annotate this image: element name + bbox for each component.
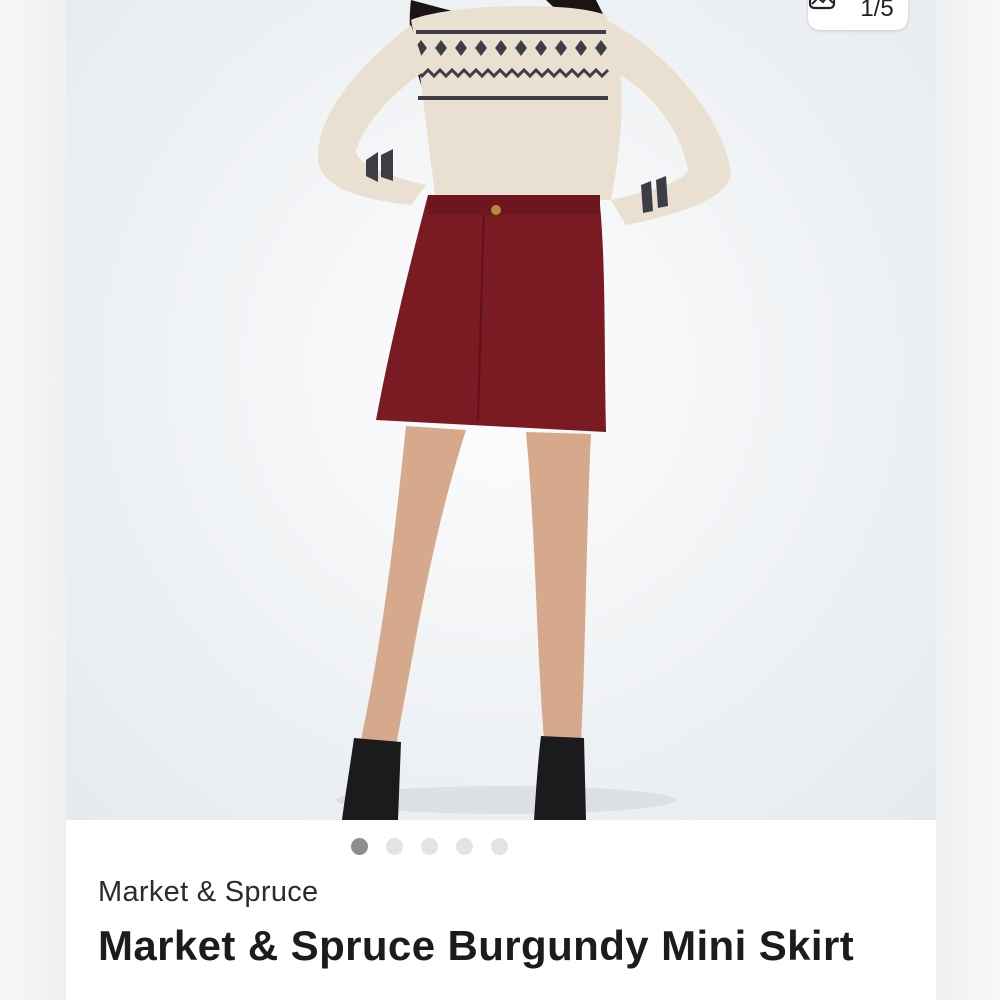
listing-page: 1/5 Market & Spruce Market & Spruce Burg…: [0, 0, 1000, 1000]
model-illustration: [317, 0, 731, 820]
carousel-dots: [0, 838, 864, 855]
carousel-dot-1[interactable]: [350, 838, 368, 855]
carousel-dot-5[interactable]: [490, 838, 508, 855]
product-info-panel: Market & Spruce Market & Spruce Burgundy…: [66, 820, 936, 1000]
right-gutter: [936, 0, 1000, 1000]
brand-name-link[interactable]: Market & Spruce: [98, 876, 318, 909]
gallery-icon: [808, 0, 850, 20]
carousel-dot-3[interactable]: [420, 838, 438, 855]
carousel-dot-2[interactable]: [385, 838, 403, 855]
image-counter-badge[interactable]: 1/5: [808, 0, 908, 30]
carousel-dot-4[interactable]: [455, 838, 473, 855]
product-title: Market & Spruce Burgundy Mini Skirt: [98, 922, 855, 969]
product-photo[interactable]: 1/5: [66, 0, 936, 820]
image-counter-text: 1/5: [860, 0, 894, 22]
